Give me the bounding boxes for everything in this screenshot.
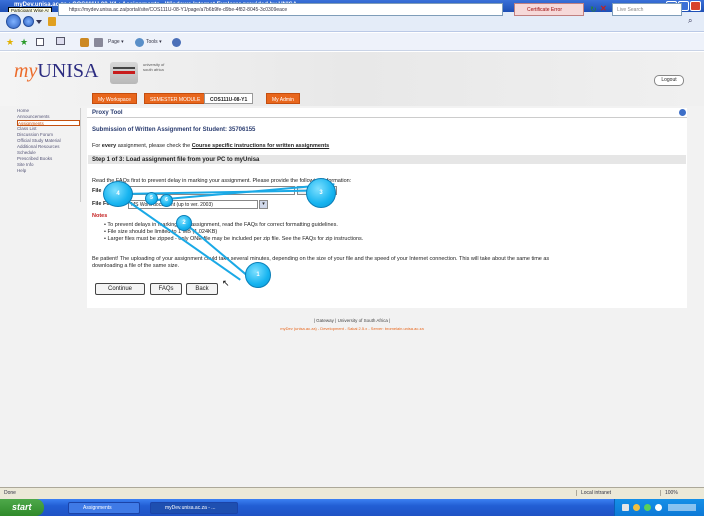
sidebar-item-help[interactable]: Help	[17, 168, 80, 174]
history-dropdown-icon[interactable]	[36, 20, 42, 24]
page-icon	[48, 17, 56, 26]
zoom-level[interactable]: 100%	[660, 490, 678, 496]
clock	[668, 504, 696, 511]
back-nav-icon[interactable]	[6, 14, 21, 29]
course-instructions-link[interactable]: Course specific instructions for written…	[192, 143, 330, 149]
network-icon[interactable]	[622, 504, 629, 511]
footer-powered: myDev (unisa.ac.za) - Development - Saka…	[280, 326, 424, 331]
patience-text-2: downloading a file of the same size.	[92, 263, 180, 269]
instruction-prefix: For	[92, 143, 102, 149]
tab-cos111u[interactable]: COS111U-08-Y1	[204, 93, 254, 104]
notes-label: Notes	[92, 213, 108, 219]
step-bar: Step 1 of 3: Load assignment file from y…	[88, 155, 686, 164]
annotation-marker: 3	[306, 178, 336, 208]
logo-main: UNISA	[37, 60, 99, 82]
tab-semester-module[interactable]: SEMESTER MODULE	[144, 93, 207, 104]
instruction-mid: assignment, please check the	[116, 143, 192, 149]
update-icon[interactable]	[644, 504, 651, 511]
file-label: File	[92, 188, 102, 194]
favorites-star-icon[interactable]: ★	[6, 37, 14, 48]
stop-icon[interactable]: ✕	[600, 4, 608, 13]
tool-title: Proxy Tool	[92, 110, 123, 116]
home-icon[interactable]	[80, 38, 89, 47]
start-button[interactable]: start	[0, 499, 44, 516]
page-menu-label: Page	[108, 39, 120, 45]
security-zone: Local intranet	[576, 490, 611, 496]
address-bar[interactable]: https://mydev.unisa.ac.za/portal/site/CO…	[58, 3, 503, 16]
close-button[interactable]	[690, 1, 701, 11]
tool-help-icon[interactable]	[679, 109, 686, 116]
patience-text: Be patient! The uploading of your assign…	[92, 256, 550, 262]
command-bar	[0, 33, 704, 51]
page-heading: Submission of Written Assignment for Stu…	[92, 127, 256, 133]
search-input[interactable]: Live Search	[612, 3, 682, 16]
page-menu[interactable]: Page ▾	[108, 39, 124, 45]
annotation-marker: 1	[245, 262, 271, 288]
annotation-marker: 6	[160, 194, 173, 207]
add-favorites-icon[interactable]: ★	[20, 37, 28, 48]
instruction-every: every	[101, 143, 117, 149]
tools-menu[interactable]: Tools ▾	[146, 39, 162, 45]
security-shield-icon[interactable]	[633, 504, 640, 511]
annotation-marker: 4	[103, 181, 133, 207]
sidebar: Home Announcements Assignments Class Lis…	[17, 108, 81, 202]
help-icon[interactable]	[172, 38, 181, 47]
note-text: To prevent delays in marking your assign…	[107, 222, 338, 228]
note-text: Larger files must be zipped - only ONE f…	[107, 236, 364, 242]
tool-header: Proxy Tool	[87, 108, 687, 118]
faqs-button[interactable]: FAQs	[150, 283, 182, 295]
search-icon[interactable]: ⌕	[688, 16, 698, 27]
taskbar-item-browser[interactable]: myDev.unisa.ac.za - ...	[150, 502, 238, 514]
print-icon[interactable]	[94, 38, 103, 47]
certificate-error-badge[interactable]: Certificate Error	[514, 3, 584, 16]
tab-my-admin[interactable]: My Admin	[266, 93, 300, 104]
annotation-marker: 5	[145, 192, 158, 205]
tab-thumbnail-icon[interactable]	[56, 37, 65, 45]
note-item: • To prevent delays in marking your assi…	[104, 222, 338, 228]
university-crest	[110, 62, 138, 84]
crest-text: university of south africa	[143, 62, 165, 72]
tools-gear-icon	[135, 38, 144, 47]
tab-list-icon[interactable]	[36, 38, 44, 46]
footer-links[interactable]: | Gateway | University of South Africa |	[0, 318, 704, 323]
forward-nav-icon[interactable]	[23, 16, 34, 27]
refresh-icon[interactable]: ↻	[590, 5, 598, 14]
chevron-down-icon[interactable]: ▾	[259, 200, 268, 209]
annotation-marker: 2	[176, 215, 192, 231]
tab-my-workspace[interactable]: My Workspace	[92, 93, 137, 104]
tools-menu-label: Tools	[146, 39, 158, 45]
note-text: File size should be limited to 1 MB (1,0…	[107, 229, 218, 235]
myunisa-logo: myUNISA	[14, 60, 98, 83]
logout-button[interactable]: Logout	[654, 75, 684, 86]
logo-prefix: my	[14, 60, 38, 82]
taskbar-item-assignments[interactable]: Assignments	[68, 502, 140, 514]
continue-button[interactable]: Continue	[95, 283, 145, 295]
volume-icon[interactable]	[655, 504, 662, 511]
status-text: Done	[4, 490, 16, 496]
note-item: • Larger files must be zipped - only ONE…	[104, 236, 364, 242]
back-button[interactable]: Back	[186, 283, 218, 295]
instruction-text: For every assignment, please check the C…	[92, 143, 329, 149]
mouse-cursor-icon: ↖	[222, 278, 230, 288]
